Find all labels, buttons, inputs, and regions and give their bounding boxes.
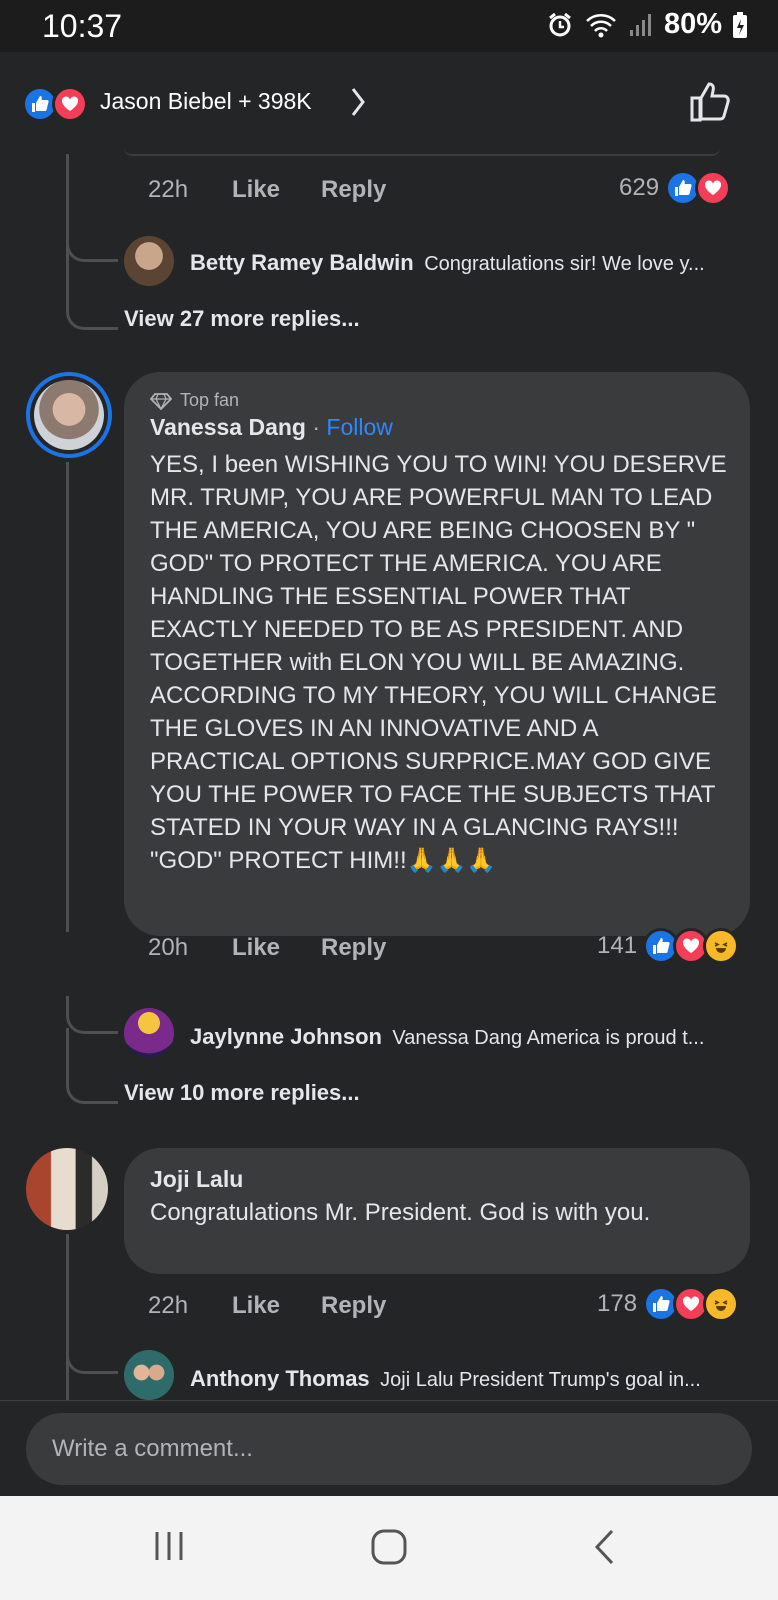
home-icon[interactable]	[370, 1528, 408, 1566]
thread-line	[66, 462, 69, 932]
follow-link[interactable]: Follow	[326, 414, 392, 440]
status-icons: 80%	[546, 8, 748, 41]
battery-percent: 80%	[663, 8, 722, 40]
reply-preview[interactable]: Betty Ramey Baldwin Congratulations sir!…	[190, 250, 705, 276]
reply-preview[interactable]: Jaylynne Johnson Vanessa Dang America is…	[190, 1024, 704, 1050]
comment-text: YES, I been WISHING YOU TO WIN! YOU DESE…	[150, 451, 727, 874]
comment-bubble-edge	[124, 148, 720, 156]
reaction-count: 141	[597, 932, 638, 959]
reaction-count: 629	[619, 174, 660, 201]
comment-author[interactable]: Joji Lalu	[150, 1166, 243, 1193]
top-fan-badge: Top fan	[150, 390, 239, 411]
comment-composer	[0, 1400, 778, 1496]
view-more-replies[interactable]: View 27 more replies...	[124, 306, 360, 332]
reaction-count: 178	[597, 1290, 638, 1317]
alarm-icon	[549, 12, 571, 36]
reactors-summary[interactable]: Jason Biebel + 398K	[100, 88, 312, 115]
reply-author[interactable]: Jaylynne Johnson	[190, 1024, 382, 1049]
diamond-icon	[150, 392, 172, 410]
comment-input[interactable]	[26, 1413, 752, 1485]
separator-dot: ·	[312, 414, 321, 440]
comment-time: 22h	[148, 176, 189, 203]
thread-line	[66, 1234, 69, 1404]
header-reactions	[22, 86, 88, 122]
love-reaction-icon	[695, 170, 732, 206]
avatar[interactable]	[26, 372, 112, 458]
like-button-icon[interactable]	[688, 80, 732, 124]
status-time: 10:37	[42, 8, 123, 44]
signal-icon	[629, 13, 651, 36]
avatar[interactable]	[26, 1148, 108, 1230]
comment-text: Congratulations Mr. President. God is wi…	[150, 1199, 651, 1226]
comment-time: 22h	[148, 1292, 189, 1319]
like-link[interactable]: Like	[232, 1292, 280, 1320]
reactions-header[interactable]: Jason Biebel + 398K	[0, 52, 778, 152]
top-fan-label: Top fan	[180, 390, 240, 410]
reply-author[interactable]: Betty Ramey Baldwin	[190, 250, 414, 275]
haha-reaction-icon	[703, 1286, 740, 1322]
like-link[interactable]: Like	[232, 176, 280, 204]
comment-bubble[interactable]: Joji Lalu Congratulations Mr. President.…	[124, 1148, 750, 1274]
comment-reactions[interactable]: 141	[597, 928, 740, 964]
view-more-connector	[66, 1028, 118, 1104]
recents-icon[interactable]	[152, 1528, 186, 1564]
wifi-icon	[586, 13, 616, 37]
love-reaction-icon	[52, 86, 88, 122]
view-more-connector	[66, 254, 118, 330]
battery-icon	[733, 11, 747, 38]
reply-link[interactable]: Reply	[321, 1292, 386, 1320]
comment-time: 20h	[148, 934, 189, 961]
haha-reaction-icon	[703, 928, 740, 964]
avatar[interactable]	[124, 1008, 174, 1058]
avatar-photo	[34, 380, 104, 450]
reply-author[interactable]: Anthony Thomas	[190, 1366, 370, 1391]
status-bar: 10:37 80%	[0, 0, 778, 52]
reply-snippet: Joji Lalu President Trump's goal in...	[380, 1369, 701, 1391]
reply-connector	[66, 1338, 118, 1374]
back-icon[interactable]	[592, 1528, 618, 1566]
comment-reactions[interactable]: 178	[597, 1286, 740, 1322]
avatar[interactable]	[124, 1350, 174, 1400]
avatar[interactable]	[124, 236, 174, 286]
comment-reactions[interactable]: 629	[619, 170, 732, 206]
comment-header: Vanessa Dang · Follow	[150, 414, 393, 441]
comment-bubble[interactable]: Top fan Vanessa Dang · Follow YES, I bee…	[124, 372, 750, 936]
like-link[interactable]: Like	[232, 934, 280, 962]
reply-link[interactable]: Reply	[321, 176, 386, 204]
reply-snippet: Vanessa Dang America is proud t...	[392, 1027, 705, 1049]
reply-link[interactable]: Reply	[321, 934, 386, 962]
reply-preview[interactable]: Anthony Thomas Joji Lalu President Trump…	[190, 1366, 701, 1392]
comment-author[interactable]: Vanessa Dang	[150, 414, 306, 440]
chevron-right-icon[interactable]	[350, 86, 366, 118]
view-more-replies[interactable]: View 10 more replies...	[124, 1080, 360, 1106]
system-nav-bar	[0, 1496, 778, 1600]
reply-snippet: Congratulations sir! We love y...	[424, 253, 705, 275]
